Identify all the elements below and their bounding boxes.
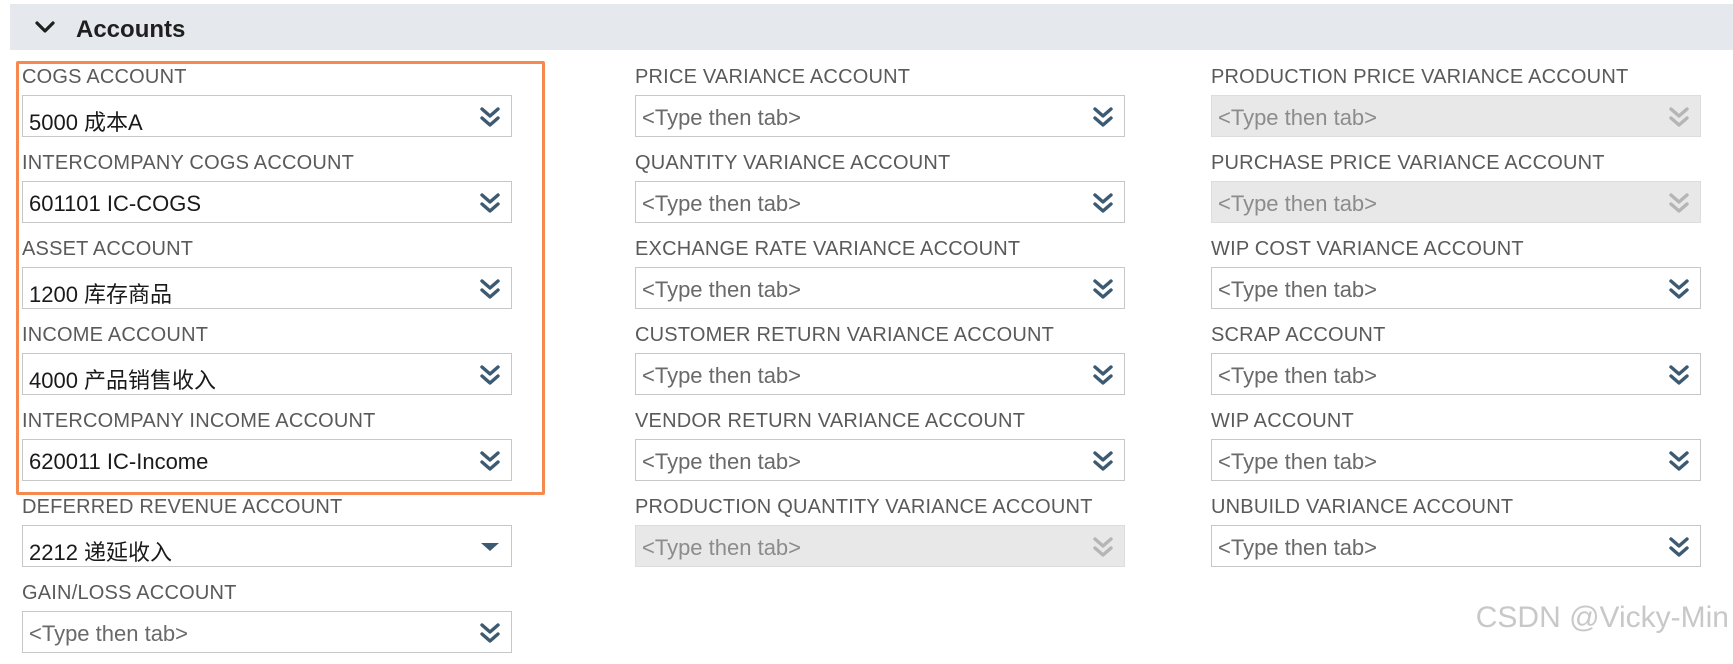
asset-account-input[interactable]: 1200 库存商品 (22, 267, 512, 309)
unbuild-variance-account-label: UNBUILD VARIANCE ACCOUNT (1211, 496, 1514, 518)
quantity-variance-account-label: QUANTITY VARIANCE ACCOUNT (635, 152, 951, 174)
production-quantity-variance-account-field: PRODUCTION QUANTITY VARIANCE ACCOUNT <Typ… (635, 492, 1125, 578)
production-quantity-variance-account-label: PRODUCTION QUANTITY VARIANCE ACCOUNT (635, 496, 1093, 518)
purchase-price-variance-account-value: <Type then tab> (1218, 191, 1378, 216)
wip-account-label: WIP ACCOUNT (1211, 410, 1354, 432)
double-chevron-down-icon[interactable] (1092, 191, 1114, 215)
unbuild-variance-account-field: UNBUILD VARIANCE ACCOUNT <Type then tab> (1211, 492, 1701, 578)
scrap-account-field: SCRAP ACCOUNT <Type then tab> (1211, 320, 1701, 406)
income-account-value: 4000 产品销售收入 (29, 368, 217, 393)
double-chevron-down-icon[interactable] (479, 449, 501, 473)
scrap-account-value: <Type then tab> (1218, 363, 1378, 388)
intercompany-cogs-account-label: INTERCOMPANY COGS ACCOUNT (22, 152, 355, 174)
double-chevron-down-icon[interactable] (1092, 363, 1114, 387)
cogs-account-value: 5000 成本A (29, 110, 143, 135)
deferred-revenue-account-input[interactable]: 2212 递延收入 (22, 525, 512, 567)
cogs-account-field: COGS ACCOUNT 5000 成本A (22, 62, 512, 148)
watermark: CSDN @Vicky-Min (1475, 601, 1729, 634)
double-chevron-down-icon (1092, 535, 1114, 559)
gain-loss-account-label: GAIN/LOSS ACCOUNT (22, 582, 237, 604)
customer-return-variance-account-field: CUSTOMER RETURN VARIANCE ACCOUNT <Type th… (635, 320, 1125, 406)
customer-return-variance-account-input[interactable]: <Type then tab> (635, 353, 1125, 395)
deferred-revenue-account-field: DEFERRED REVENUE ACCOUNT 2212 递延收入 (22, 492, 512, 578)
double-chevron-down-icon[interactable] (1092, 449, 1114, 473)
double-chevron-down-icon[interactable] (1668, 277, 1690, 301)
section-title: Accounts (76, 16, 186, 43)
wip-account-input[interactable]: <Type then tab> (1211, 439, 1701, 481)
wip-account-field: WIP ACCOUNT <Type then tab> (1211, 406, 1701, 492)
unbuild-variance-account-input[interactable]: <Type then tab> (1211, 525, 1701, 567)
asset-account-label: ASSET ACCOUNT (22, 238, 194, 260)
income-account-label: INCOME ACCOUNT (22, 324, 209, 346)
purchase-price-variance-account-field: PURCHASE PRICE VARIANCE ACCOUNT <Type the… (1211, 148, 1701, 234)
double-chevron-down-icon[interactable] (1668, 449, 1690, 473)
double-chevron-down-icon (1668, 191, 1690, 215)
double-chevron-down-icon[interactable] (479, 105, 501, 129)
intercompany-cogs-account-value: 601101 IC-COGS (29, 191, 202, 216)
purchase-price-variance-account-input: <Type then tab> (1211, 181, 1701, 223)
production-price-variance-account-label: PRODUCTION PRICE VARIANCE ACCOUNT (1211, 66, 1629, 88)
double-chevron-down-icon[interactable] (479, 191, 501, 215)
gain-loss-account-input[interactable]: <Type then tab> (22, 611, 512, 653)
gain-loss-account-field: GAIN/LOSS ACCOUNT <Type then tab> (22, 578, 512, 664)
scrap-account-input[interactable]: <Type then tab> (1211, 353, 1701, 395)
double-chevron-down-icon[interactable] (1092, 277, 1114, 301)
caret-down-icon[interactable] (479, 535, 501, 559)
production-price-variance-account-value: <Type then tab> (1218, 105, 1378, 130)
intercompany-cogs-account-field: INTERCOMPANY COGS ACCOUNT 601101 IC-COGS (22, 148, 512, 234)
chevron-down-icon[interactable] (34, 18, 56, 36)
price-variance-account-label: PRICE VARIANCE ACCOUNT (635, 66, 911, 88)
scrap-account-label: SCRAP ACCOUNT (1211, 324, 1386, 346)
price-variance-account-field: PRICE VARIANCE ACCOUNT <Type then tab> (635, 62, 1125, 148)
price-variance-account-input[interactable]: <Type then tab> (635, 95, 1125, 137)
customer-return-variance-account-label: CUSTOMER RETURN VARIANCE ACCOUNT (635, 324, 1055, 346)
vendor-return-variance-account-input[interactable]: <Type then tab> (635, 439, 1125, 481)
wip-account-value: <Type then tab> (1218, 449, 1378, 474)
wip-cost-variance-account-value: <Type then tab> (1218, 277, 1378, 302)
wip-cost-variance-account-input[interactable]: <Type then tab> (1211, 267, 1701, 309)
intercompany-income-account-value: 620011 IC-Income (29, 449, 209, 474)
unbuild-variance-account-value: <Type then tab> (1218, 535, 1378, 560)
exchange-rate-variance-account-field: EXCHANGE RATE VARIANCE ACCOUNT <Type then… (635, 234, 1125, 320)
exchange-rate-variance-account-value: <Type then tab> (642, 277, 802, 302)
quantity-variance-account-input[interactable]: <Type then tab> (635, 181, 1125, 223)
wip-cost-variance-account-field: WIP COST VARIANCE ACCOUNT <Type then tab> (1211, 234, 1701, 320)
wip-cost-variance-account-label: WIP COST VARIANCE ACCOUNT (1211, 238, 1524, 260)
cogs-account-label: COGS ACCOUNT (22, 66, 187, 88)
production-quantity-variance-account-value: <Type then tab> (642, 535, 802, 560)
production-price-variance-account-field: PRODUCTION PRICE VARIANCE ACCOUNT <Type t… (1211, 62, 1701, 148)
deferred-revenue-account-value: 2212 递延收入 (29, 540, 173, 565)
asset-account-value: 1200 库存商品 (29, 282, 173, 307)
cogs-account-input[interactable]: 5000 成本A (22, 95, 512, 137)
income-account-input[interactable]: 4000 产品销售收入 (22, 353, 512, 395)
vendor-return-variance-account-field: VENDOR RETURN VARIANCE ACCOUNT <Type then… (635, 406, 1125, 492)
double-chevron-down-icon[interactable] (479, 277, 501, 301)
double-chevron-down-icon[interactable] (1092, 105, 1114, 129)
gain-loss-account-value: <Type then tab> (29, 621, 189, 646)
double-chevron-down-icon[interactable] (1668, 363, 1690, 387)
production-price-variance-account-input: <Type then tab> (1211, 95, 1701, 137)
asset-account-field: ASSET ACCOUNT 1200 库存商品 (22, 234, 512, 320)
income-account-field: INCOME ACCOUNT 4000 产品销售收入 (22, 320, 512, 406)
double-chevron-down-icon[interactable] (479, 363, 501, 387)
quantity-variance-account-value: <Type then tab> (642, 191, 802, 216)
quantity-variance-account-field: QUANTITY VARIANCE ACCOUNT <Type then tab> (635, 148, 1125, 234)
customer-return-variance-account-value: <Type then tab> (642, 363, 802, 388)
accounts-section-header[interactable]: Accounts (10, 4, 1733, 50)
double-chevron-down-icon (1668, 105, 1690, 129)
exchange-rate-variance-account-label: EXCHANGE RATE VARIANCE ACCOUNT (635, 238, 1021, 260)
double-chevron-down-icon[interactable] (479, 621, 501, 645)
intercompany-income-account-input[interactable]: 620011 IC-Income (22, 439, 512, 481)
exchange-rate-variance-account-input[interactable]: <Type then tab> (635, 267, 1125, 309)
production-quantity-variance-account-input: <Type then tab> (635, 525, 1125, 567)
vendor-return-variance-account-label: VENDOR RETURN VARIANCE ACCOUNT (635, 410, 1026, 432)
intercompany-income-account-label: INTERCOMPANY INCOME ACCOUNT (22, 410, 376, 432)
price-variance-account-value: <Type then tab> (642, 105, 802, 130)
intercompany-income-account-field: INTERCOMPANY INCOME ACCOUNT 620011 IC-Inc… (22, 406, 512, 492)
vendor-return-variance-account-value: <Type then tab> (642, 449, 802, 474)
purchase-price-variance-account-label: PURCHASE PRICE VARIANCE ACCOUNT (1211, 152, 1605, 174)
double-chevron-down-icon[interactable] (1668, 535, 1690, 559)
deferred-revenue-account-label: DEFERRED REVENUE ACCOUNT (22, 496, 343, 518)
intercompany-cogs-account-input[interactable]: 601101 IC-COGS (22, 181, 512, 223)
